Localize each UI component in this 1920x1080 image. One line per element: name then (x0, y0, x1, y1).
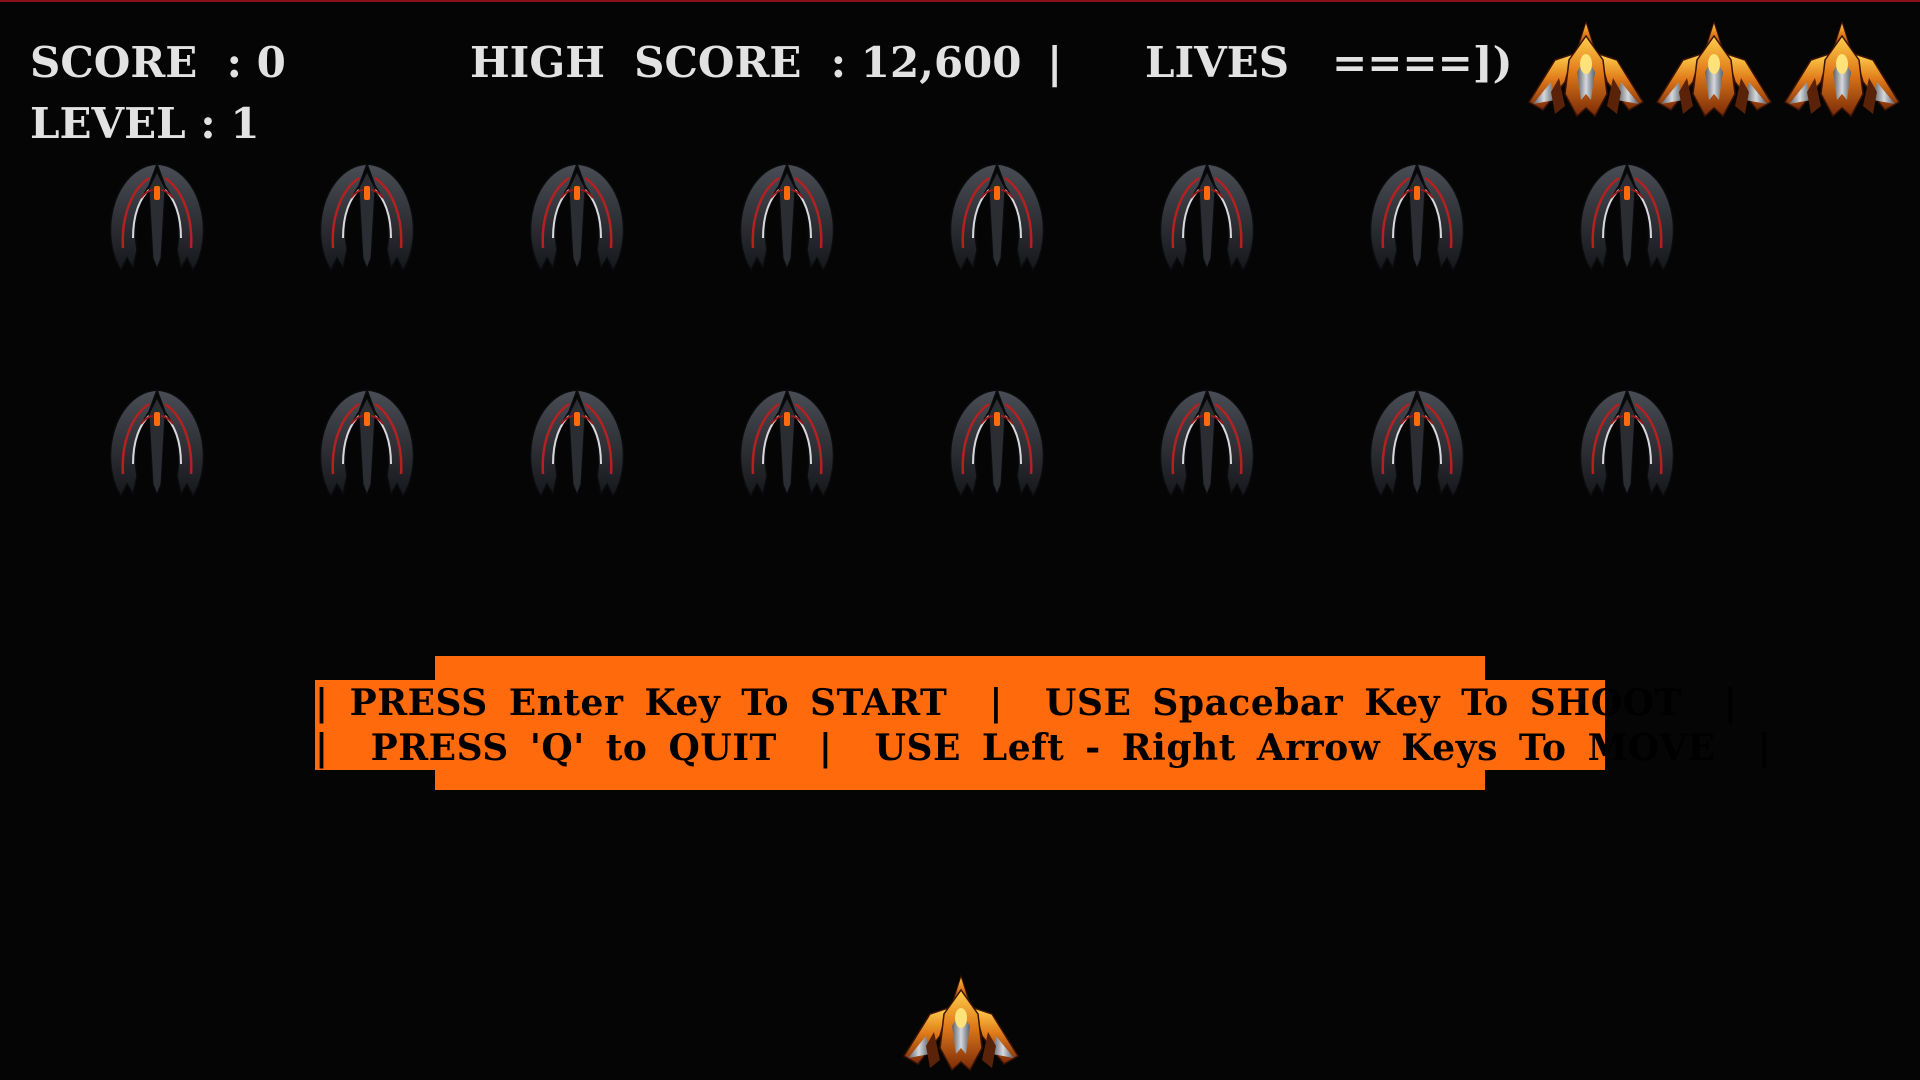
alien-ship-icon (1153, 158, 1261, 272)
instructions-line-start-shoot: | PRESS Enter Key To START | USE Spaceba… (315, 682, 1738, 724)
alien-ship-icon (943, 384, 1051, 498)
alien-ship-icon (1363, 384, 1471, 498)
lives-gauge: ====]) (1332, 38, 1513, 87)
alien-ship-icon (733, 384, 841, 498)
alien-ship-icon (103, 158, 211, 272)
alien-ship-icon (943, 158, 1051, 272)
instructions-line-quit-move: | PRESS 'Q' to QUIT | USE Left - Right A… (315, 727, 1772, 769)
alien-ship-icon (1153, 384, 1261, 498)
level-display: LEVEL : 1 (30, 99, 260, 148)
life-ship-icon (1525, 20, 1647, 120)
alien-ship-icon (523, 384, 631, 498)
alien-ship-icon (733, 158, 841, 272)
player-ship-icon (900, 974, 1022, 1074)
hud-divider: | (1047, 38, 1063, 87)
instructions-banner: | PRESS Enter Key To START | USE Spaceba… (315, 656, 1772, 790)
alien-ship-icon (103, 384, 211, 498)
high-score-display: HIGH SCORE : 12,600 (470, 38, 1022, 87)
game-canvas[interactable]: SCORE : 0 LEVEL : 1 HIGH SCORE : 12,600 … (0, 0, 1920, 1080)
alien-ship-icon (313, 158, 421, 272)
alien-ship-icon (1363, 158, 1471, 272)
life-ship-icon (1781, 20, 1903, 120)
alien-ship-icon (1573, 384, 1681, 498)
lives-label: LIVES (1145, 38, 1290, 87)
alien-ship-icon (523, 158, 631, 272)
life-ship-icon (1653, 20, 1775, 120)
alien-ship-icon (1573, 158, 1681, 272)
score-display: SCORE : 0 (30, 38, 286, 87)
alien-ship-icon (313, 384, 421, 498)
